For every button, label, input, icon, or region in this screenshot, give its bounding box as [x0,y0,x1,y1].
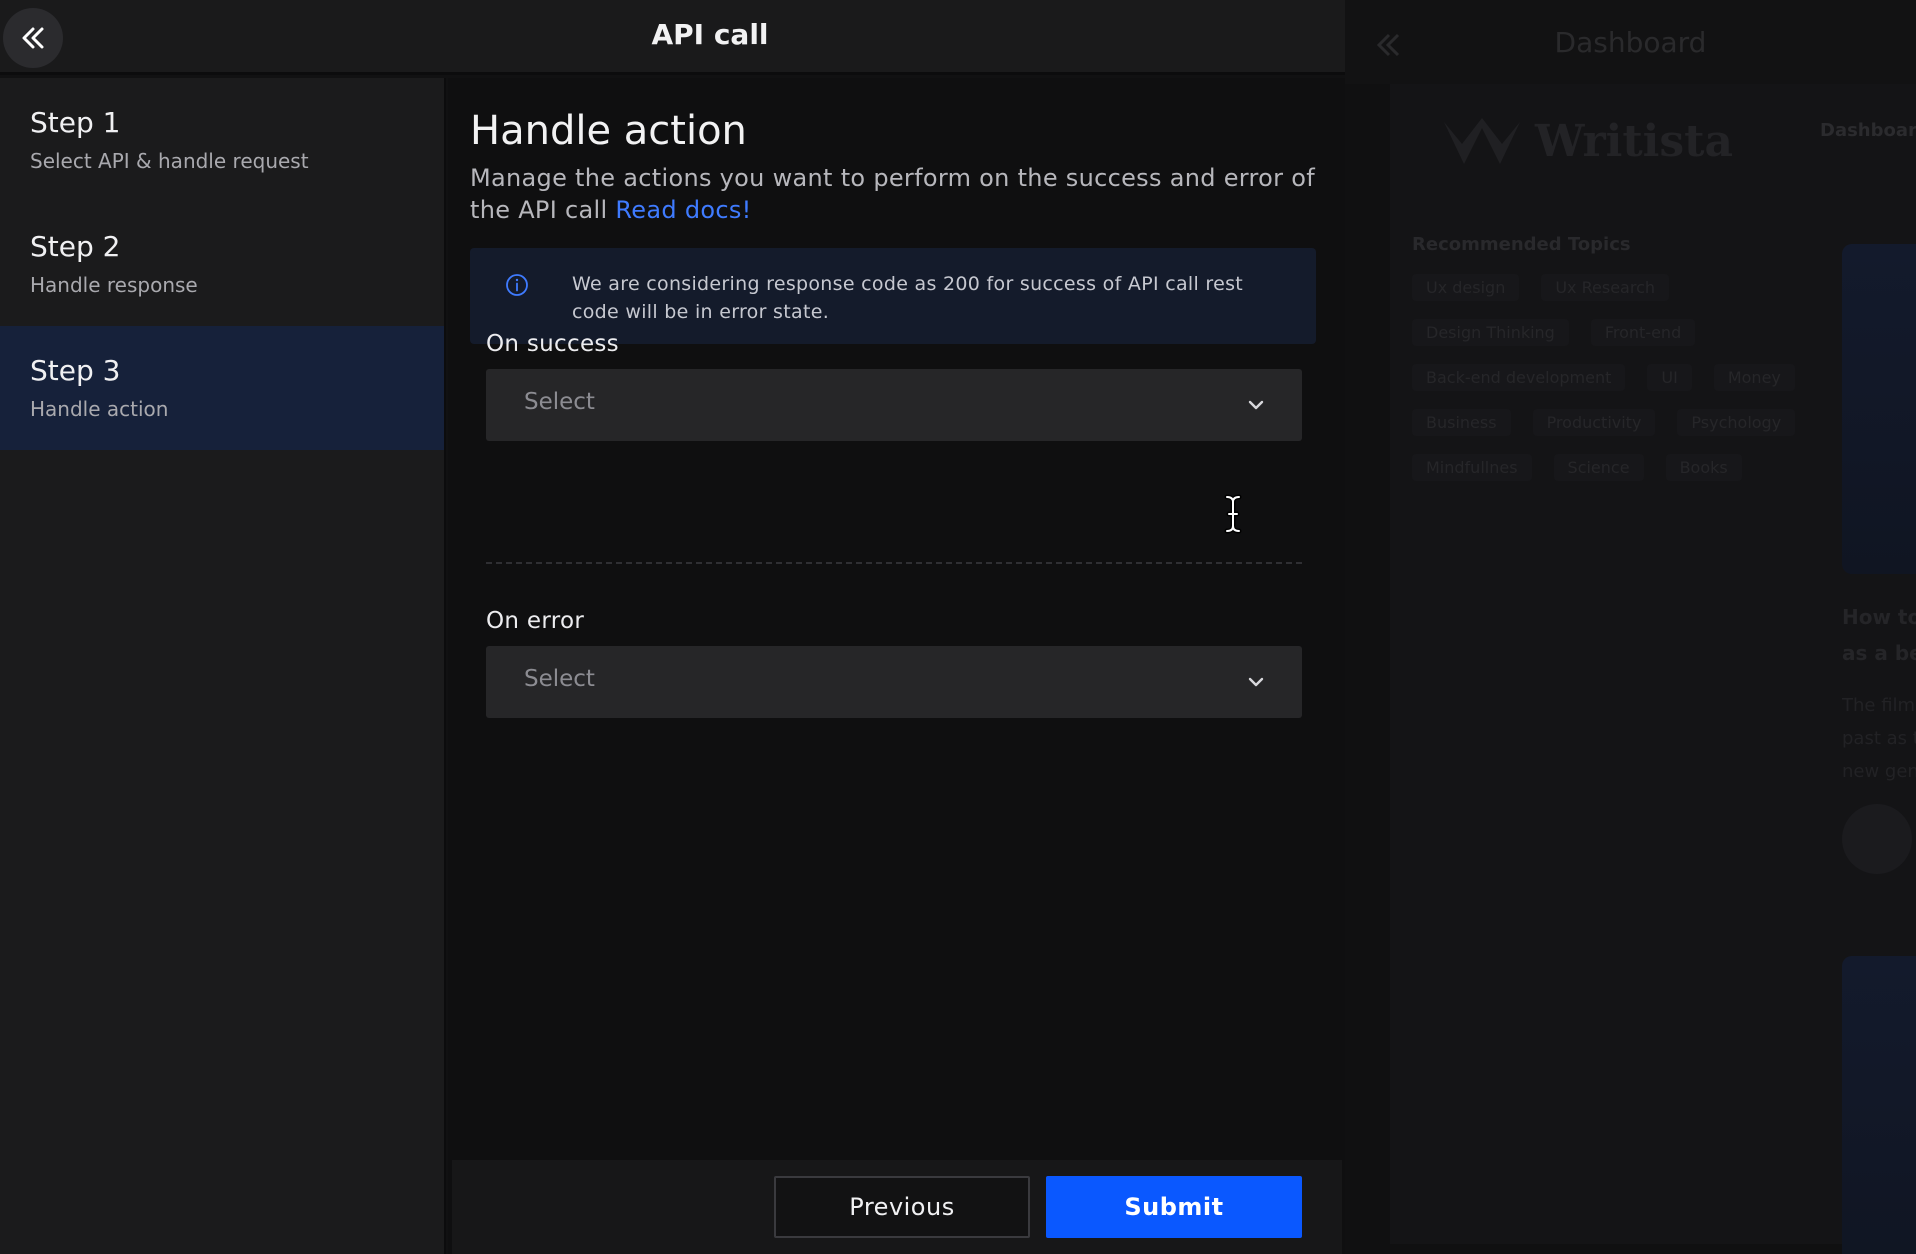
topics-title: Recommended Topics [1412,234,1631,255]
on-success-select[interactable]: Select [486,369,1302,441]
article-title-line: How to cr [1842,605,1916,629]
nav-dashboard: Dashboard [1820,120,1916,141]
section-description: Manage the actions you want to perform o… [470,162,1330,226]
select-placeholder: Select [524,666,595,692]
writista-logo-icon [1444,118,1520,164]
step-2[interactable]: Step 2 Handle response [0,202,444,326]
section-heading: Handle action [470,108,747,154]
article-image [1842,956,1916,1254]
info-icon [506,274,528,296]
topic-tag: UI [1647,364,1692,391]
api-call-modal: API call Step 1 Select API & handle requ… [0,0,1345,1254]
on-error-label: On error [486,608,585,634]
step-subtitle: Handle response [30,273,198,297]
select-placeholder: Select [524,389,595,415]
topic-tag: Front-end [1590,319,1696,346]
article-excerpt-line: new gener [1842,761,1916,782]
avatar [1842,804,1912,874]
topic-tag: Design Thinking [1412,319,1569,346]
steps-sidebar: Step 1 Select API & handle request Step … [0,78,446,1254]
step-title: Step 3 [30,354,121,387]
section-divider [486,562,1302,564]
topic-tag: Mindfullnes [1412,454,1532,481]
step-subtitle: Handle action [30,397,169,421]
topic-tag: Back-end development [1412,364,1626,391]
background-page: Writista Dashboard Recommended Topics Ux… [1390,84,1916,1254]
background-header: Dashboard [1345,0,1916,84]
modal-title: API call [651,18,769,51]
topic-tag: Business [1412,409,1511,436]
topic-tag: Money [1713,364,1795,391]
logo-text: Writista [1535,116,1733,167]
background-title: Dashboard [1554,26,1707,59]
article-excerpt: The film ro past as th new gener [1842,689,1916,788]
previous-button[interactable]: Previous [774,1176,1030,1238]
on-success-label: On success [486,331,619,357]
step-3[interactable]: Step 3 Handle action [0,326,444,450]
step-title: Step 1 [30,106,121,139]
topics-list: Ux design Ux Research Design Thinking Fr… [1412,274,1812,481]
topic-tag: Productivity [1532,409,1656,436]
topic-tag: Ux design [1412,274,1520,301]
article-title: How to cr as a begi [1842,599,1916,671]
topic-tag: Books [1665,454,1742,481]
article-title-line: as a begi [1842,641,1916,665]
screen: Dashboard Writista Dashboard Recommended… [0,0,1916,1254]
description-text: Manage the actions you want to perform o… [470,164,1315,224]
topic-tag: Ux Research [1541,274,1669,301]
step-title: Step 2 [30,230,121,263]
chevron-down-icon [1248,677,1264,687]
submit-button[interactable]: Submit [1046,1176,1302,1238]
read-docs-link[interactable]: Read docs! [615,196,751,224]
step-subtitle: Select API & handle request [30,149,309,173]
topic-tag: Science [1553,454,1644,481]
topic-tag: Psychology [1677,409,1796,436]
text-cursor-icon [1224,494,1242,534]
info-text: We are considering response code as 200 … [572,273,1244,323]
article-excerpt-line: The film ro [1842,695,1916,716]
step-content: Handle action Manage the actions you wan… [448,78,1345,1254]
on-error-select[interactable]: Select [486,646,1302,718]
step-1[interactable]: Step 1 Select API & handle request [0,78,444,202]
modal-footer: Previous Submit [452,1160,1342,1254]
background-dashboard: Dashboard Writista Dashboard Recommended… [1345,0,1916,1254]
article-image [1842,244,1916,574]
modal-header: API call [0,0,1345,75]
info-banner: We are considering response code as 200 … [470,248,1316,344]
chevron-down-icon [1248,400,1264,410]
article-excerpt-line: past as th [1842,728,1916,749]
